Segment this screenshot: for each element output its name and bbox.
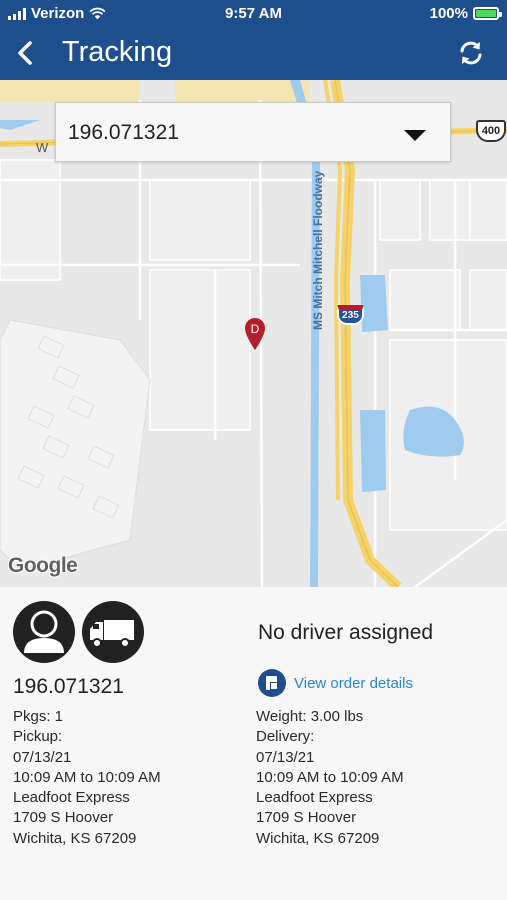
status-bar: Verizon 9:57 AM 100% — [0, 0, 507, 28]
truck-icon — [90, 620, 134, 648]
delivery-info: Weight: 3.00 lbs Delivery: 07/13/21 10:0… — [256, 707, 404, 849]
battery-info: 100% — [429, 5, 502, 22]
delivery-date: 07/13/21 — [256, 748, 315, 766]
pickup-city: Wichita, KS 67209 — [13, 829, 137, 847]
shipment-details: No driver assigned 196.071321 View order… — [0, 587, 507, 900]
delivery-pin-icon[interactable]: D — [244, 317, 266, 351]
driver-status: No driver assigned — [258, 621, 434, 644]
interstate-235-label: 235 — [342, 310, 359, 321]
pickup-company: Leadfoot Express — [13, 789, 130, 807]
package-count: Pkgs: 1 — [13, 708, 64, 725]
floodway-label: MS Mitch Mitchell Floodway — [311, 170, 325, 330]
refresh-icon[interactable] — [455, 37, 487, 69]
delivery-time-window: 10:09 AM to 10:09 AM — [256, 768, 404, 786]
delivery-company: Leadfoot Express — [256, 789, 373, 807]
view-order-details-link[interactable]: View order details — [258, 669, 413, 697]
chevron-left-icon[interactable] — [10, 36, 40, 70]
delivery-city: Wichita, KS 67209 — [256, 829, 380, 847]
order-select[interactable]: 196.071321 — [55, 102, 451, 162]
battery-icon — [473, 7, 502, 20]
order-id: 196.071321 — [13, 675, 124, 698]
delivery-pin-label: D — [251, 322, 260, 336]
pickup-date: 07/13/21 — [13, 748, 72, 766]
order-details-icon — [258, 669, 286, 697]
pickup-street: 1709 S Hoover — [13, 809, 114, 827]
order-select-value: 196.071321 — [68, 121, 179, 144]
weight: Weight: 3.00 lbs — [256, 708, 364, 725]
driver-avatar — [13, 601, 75, 663]
battery-percent: 100% — [429, 5, 468, 22]
nav-bar: Tracking — [0, 28, 507, 80]
person-icon — [24, 610, 64, 653]
highway-400-shield: 400 — [476, 120, 506, 142]
pickup-time-window: 10:09 AM to 10:09 AM — [13, 768, 161, 786]
google-logo: Google — [8, 554, 78, 577]
map-view[interactable]: MS Mitch Mitchell Floodway W 400 235 196… — [0, 80, 507, 587]
vehicle-avatar — [82, 601, 144, 663]
page-title: Tracking — [62, 36, 173, 68]
view-order-details-label[interactable]: View order details — [294, 675, 413, 692]
pickup-label: Pickup: — [13, 728, 63, 746]
delivery-label: Delivery: — [256, 728, 315, 746]
interstate-235-shield: 235 — [337, 305, 364, 325]
street-w-label: W — [36, 140, 49, 155]
delivery-street: 1709 S Hoover — [256, 809, 357, 827]
caret-down-icon — [404, 130, 426, 141]
pickup-info: Pkgs: 1 Pickup: 07/13/21 10:09 AM to 10:… — [13, 707, 161, 849]
highway-400-label: 400 — [481, 125, 501, 137]
